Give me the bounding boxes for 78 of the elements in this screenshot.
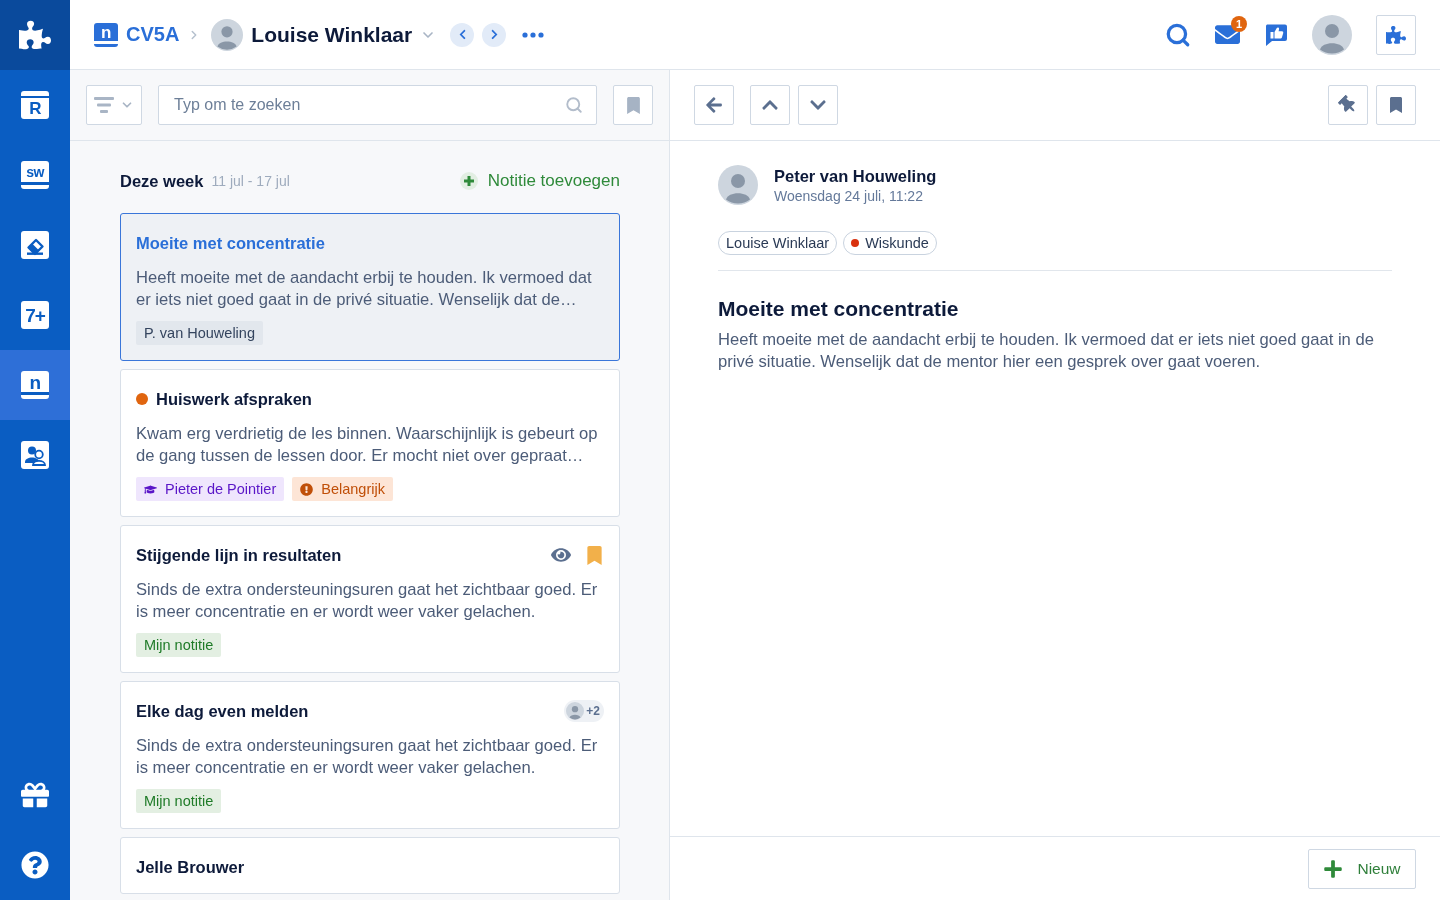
chip-label: Wiskunde	[865, 235, 929, 251]
avatar-icon	[211, 18, 244, 51]
bookmark-icon	[1388, 97, 1404, 113]
period-label: Deze week	[120, 171, 204, 191]
note-card[interactable]: Elke dag even melden +2 Sinds de extra ondersteuningsuren gaat het zichtbaar goed. Er is meer concentratie en er wordt weer vaker gelachen. Mijn notitie	[120, 681, 620, 829]
bookmark-icon	[624, 96, 642, 114]
sidebar-nav-item[interactable]: 7+	[0, 280, 70, 350]
search-icon	[565, 96, 583, 114]
exclamation-icon	[300, 482, 314, 496]
note-text: Sinds de extra ondersteuningsuren gaat het zichtbaar goed. Er is meer concentratie en er wordt weer vaker gelachen.	[136, 579, 599, 623]
calendar-tile-icon: R	[21, 91, 49, 119]
arrow-left-icon	[705, 96, 723, 114]
tag-label: Mijn notitie	[144, 637, 214, 653]
mail-button[interactable]: 1	[1215, 16, 1247, 47]
help-icon	[21, 851, 49, 879]
tag-label: Belangrijk	[321, 481, 385, 497]
author-name: Peter van Houweling	[774, 166, 937, 186]
app-logo-icon: n	[94, 22, 118, 47]
gift-icon	[21, 781, 49, 809]
note-card[interactable]: Stijgende lijn in resultaten Sinds de extra ondersteuningsuren gaat het zichtbaar goed. Er is meer concentratie en er wordt weer vaker gelachen. Mijn notitie	[120, 525, 620, 673]
thumbs-up-message-icon	[1264, 22, 1288, 47]
bookmark-button[interactable]	[1376, 85, 1416, 125]
avatar-icon	[566, 702, 585, 720]
next-note-button[interactable]	[798, 85, 838, 125]
tag-label: Mijn notitie	[144, 793, 214, 809]
sidebar-nav-item[interactable]: sw	[0, 140, 70, 210]
note-text: Sinds de extra ondersteuningsuren gaat het zichtbaar goed. Er is meer concentratie en er wordt weer vaker gelachen.	[136, 735, 599, 779]
app-tile-icon: 7+	[21, 301, 49, 329]
previous-note-button[interactable]	[750, 85, 790, 125]
period-range: 11 jul - 17 jul	[211, 173, 290, 189]
mail-icon	[1215, 22, 1240, 47]
student-dropdown[interactable]: Louise Winklaar	[251, 22, 437, 47]
new-button[interactable]: Nieuw	[1308, 848, 1416, 889]
tag-label: P. van Houweling	[144, 325, 255, 341]
note-heading: Moeite met concentratie	[718, 296, 960, 322]
search-button[interactable]	[1165, 21, 1191, 48]
note-title: Huiswerk afspraken	[156, 389, 312, 409]
app-tile-icon: n	[21, 371, 49, 399]
sidebar-nav-item[interactable]: n	[0, 350, 70, 420]
avatar-icon	[718, 165, 758, 205]
more-icon	[522, 31, 545, 38]
note-text: Heeft moeite met de aandacht erbij te houden. Ik vermoed dat er iets niet goed gaat in de privé situatie. Wenselijk dat de…	[136, 267, 593, 311]
previous-button[interactable]	[450, 22, 475, 47]
feedback-button[interactable]	[1264, 22, 1288, 47]
note-date: Woensdag 24 juli, 11:22	[774, 187, 924, 204]
note-card[interactable]: Jelle Brouwer	[120, 837, 620, 894]
participant-count: +2	[586, 704, 600, 718]
note-title: Moeite met concentratie	[136, 233, 325, 253]
pin-button[interactable]	[1328, 85, 1368, 125]
plus-icon	[459, 172, 478, 190]
class-link[interactable]: CV5A	[126, 23, 180, 46]
filter-icon	[94, 97, 114, 113]
note-title: Jelle Brouwer	[136, 857, 245, 877]
back-button[interactable]	[694, 85, 734, 125]
chip-label: Louise Winklaar	[726, 235, 830, 251]
tag-label: Pieter de Pointier	[165, 481, 277, 497]
note-card[interactable]: Moeite met concentratie Heeft moeite met de aandacht erbij te houden. Ik vermoed dat er iets niet goed gaat in de privé situatie. Wenselijk dat de… P. van Houweling	[120, 213, 620, 361]
app-tile-icon: sw	[21, 161, 49, 189]
add-note-button[interactable]: Notitie toevoegen	[459, 171, 620, 191]
people-icon	[21, 441, 49, 469]
unread-badge: 1	[1231, 16, 1247, 32]
search-icon	[1165, 21, 1191, 48]
plus-icon	[1323, 858, 1344, 879]
next-button[interactable]	[482, 22, 507, 47]
plugin-button[interactable]	[1376, 14, 1416, 55]
search-field[interactable]: Typ om te zoeken	[158, 85, 597, 125]
note-text: Kwam erg verdrietig de les binnen. Waarschijnlijk is gebeurt op de gang tussen de lessen door. Er mocht niet over gepraat…	[136, 423, 599, 467]
note-title: Stijgende lijn in resultaten	[136, 545, 342, 565]
puzzle-icon	[1386, 24, 1406, 45]
puzzle-icon	[19, 19, 51, 51]
app-logo-tile[interactable]	[0, 0, 70, 70]
note-title: Elke dag even melden	[136, 701, 309, 721]
more-button[interactable]	[522, 31, 545, 38]
avatar-icon[interactable]	[1312, 14, 1352, 55]
note-text: Heeft moeite met de aandacht erbij te houden. Ik vermoed dat er iets niet goed gaat in de privé situatie. Wenselijk dat de mentor hier een gesprek over gaat voeren.	[718, 329, 1375, 373]
note-card[interactable]: Huiswerk afspraken Kwam erg verdrietig de les binnen. Waarschijnlijk is gebeurt op de gang tussen de lessen door. Er mocht niet over gepraat… Pieter de Pointier Belangrijk	[120, 369, 620, 517]
eraser-icon	[21, 231, 49, 259]
sidebar-nav-item[interactable]: R	[0, 70, 70, 140]
